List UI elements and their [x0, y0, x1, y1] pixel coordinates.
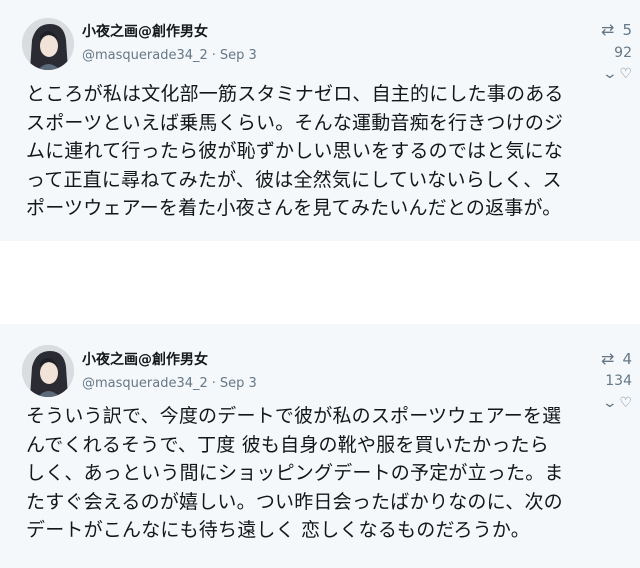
- tweet-text: ところが私は文化部一筋スタミナゼロ、自主的にした事のある スポーツといえば乗馬く…: [26, 80, 636, 223]
- author-name[interactable]: 小夜之画@創作男女: [82, 349, 208, 369]
- tweet-text-line: って正直に尋ねてみたが、彼は全然気にしていないらしく、ス: [26, 168, 562, 191]
- tweet-text: そういう訳で、今度のデートで彼が私のスポーツウェアーを選 んでくれるそうで、丁度…: [26, 402, 636, 545]
- tweet-text-line: ムに連れて行ったら彼が恥ずかしい思いをするのではと気にな: [26, 140, 564, 162]
- separator: ·: [211, 376, 216, 391]
- tweet-text-line: そういう訳で、今度のデートで彼が私のスポーツウェアーを選: [26, 405, 562, 427]
- like-count: 134: [605, 373, 632, 389]
- author-handle[interactable]: @masquerade34_2: [82, 376, 208, 391]
- retweet-count: 5: [622, 21, 632, 39]
- tweet-text-line: デートがこんなにも待ち遠しく 恋しくなるものだろうか。: [26, 519, 530, 541]
- retweet-icon: ⇄: [601, 20, 615, 39]
- retweet-icon: ⇄: [601, 349, 615, 368]
- retweet-button[interactable]: ⇄ 5: [601, 21, 632, 39]
- tweet-text-line: んでくれるそうで、丁度 彼も自身の靴や服を買いたかったら: [26, 433, 549, 456]
- avatar[interactable]: [22, 345, 74, 397]
- tweet-text-line: ところが私は文化部一筋スタミナゼロ、自主的にした事のある: [26, 83, 564, 105]
- tweet-card[interactable]: 小夜之画@創作男女 @masquerade34_2 · Sep 3 ⇄ 5 92 ⌄…: [0, 0, 640, 241]
- author-handle[interactable]: @masquerade34_2: [82, 48, 208, 63]
- author-meta: @masquerade34_2 · Sep 3: [82, 376, 257, 391]
- avatar-image: [22, 18, 74, 70]
- author-name[interactable]: 小夜之画@創作男女: [82, 21, 208, 41]
- avatar[interactable]: [22, 18, 74, 70]
- tweet-date[interactable]: Sep 3: [220, 48, 257, 63]
- tweet-text-line: たすぐ会えるのが嬉しい。つい昨日会ったばかりなのに、次の: [26, 490, 563, 513]
- retweet-count: 4: [622, 350, 632, 368]
- separator: ·: [211, 48, 216, 63]
- retweet-button[interactable]: ⇄ 4: [601, 350, 632, 368]
- author-meta: @masquerade34_2 · Sep 3: [82, 48, 257, 63]
- avatar-image: [22, 345, 74, 397]
- tweet-text-line: しく、あっという間にショッピングデートの予定が立った。ま: [26, 462, 564, 484]
- tweet-text-line: ポーツウェアーを着た小夜さんを見てみたいんだとの返事が。: [26, 197, 562, 219]
- tweet-date[interactable]: Sep 3: [220, 376, 257, 391]
- like-count: 92: [614, 45, 632, 61]
- tweet-text-line: スポーツといえば乗馬くらい。そんな運動音痴を行きつけのジ: [26, 111, 564, 134]
